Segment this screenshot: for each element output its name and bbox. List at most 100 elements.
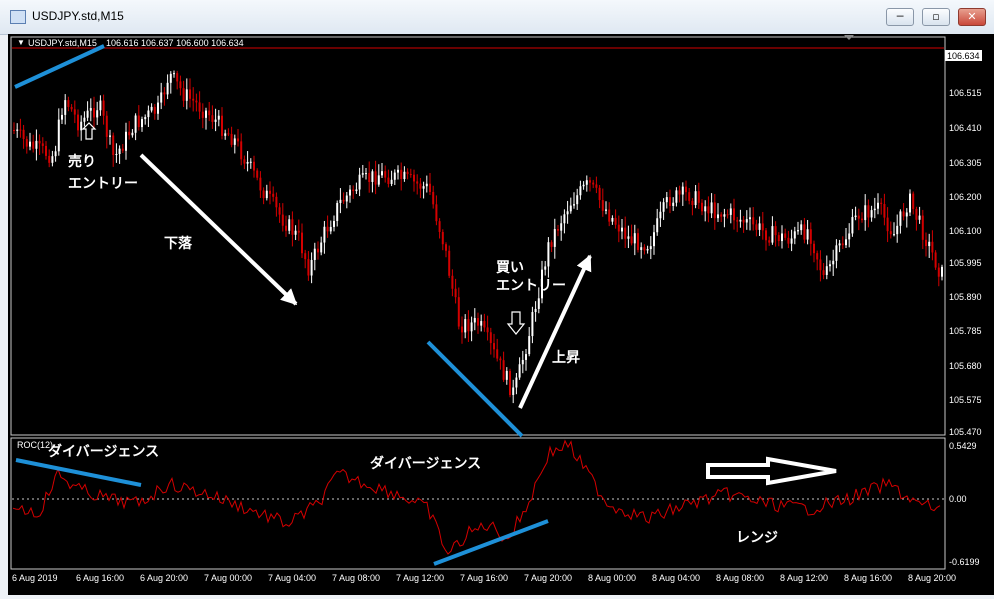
candle-body	[505, 370, 508, 380]
candle-body	[432, 191, 435, 205]
candle-body	[41, 143, 44, 146]
candle-body	[294, 230, 297, 235]
candle-body	[873, 208, 876, 211]
candle-body	[845, 239, 847, 246]
candle-body	[451, 275, 454, 289]
candle-body	[627, 236, 630, 239]
divergence-line-roc-high	[15, 458, 142, 487]
price-tick: 105.890	[949, 292, 982, 302]
candle-body	[320, 242, 323, 253]
candle-body	[633, 233, 636, 244]
candle-body	[157, 102, 159, 114]
candle-body	[566, 211, 569, 215]
candle-body	[80, 121, 83, 131]
candle-body	[470, 322, 473, 332]
candle-body	[310, 259, 313, 276]
price-tick: 106.305	[949, 158, 982, 168]
close-button[interactable]: ✕	[958, 8, 986, 26]
candle-body	[797, 230, 799, 232]
candle-body	[240, 141, 243, 160]
candle-body	[246, 161, 249, 164]
candle-body	[377, 175, 380, 185]
header-dropdown-icon[interactable]: ▼	[17, 38, 25, 47]
indicator-tick: 0.5429	[949, 441, 977, 451]
candle-body	[291, 219, 294, 235]
candle-body	[387, 177, 390, 184]
candlestick-series	[13, 70, 943, 404]
candle-body	[61, 114, 63, 120]
candle-body	[150, 106, 153, 111]
candle-body	[112, 135, 115, 156]
candle-body	[941, 266, 943, 277]
time-label: 7 Aug 04:00	[268, 573, 316, 583]
candle-body	[624, 227, 627, 239]
candle-body	[937, 267, 940, 277]
candle-body	[525, 354, 527, 360]
candle-body	[806, 229, 809, 240]
candle-body	[614, 217, 617, 225]
candle-body	[768, 240, 771, 243]
candle-body	[67, 100, 70, 107]
candle-body	[409, 174, 412, 176]
candle-body	[35, 140, 38, 149]
indicator-tick: 0.00	[949, 494, 967, 504]
candle-body	[771, 226, 774, 243]
candle-body	[307, 259, 310, 276]
candle-body	[137, 115, 140, 128]
candle-body	[448, 250, 451, 276]
candle-body	[925, 239, 927, 247]
candle-body	[461, 326, 463, 333]
candle-body	[288, 219, 291, 231]
candle-body	[605, 209, 607, 211]
candle-body	[483, 321, 486, 328]
candle-body	[822, 270, 825, 275]
candle-body	[861, 218, 863, 221]
candle-body	[761, 223, 764, 231]
candle-body	[304, 253, 307, 260]
time-label: 7 Aug 00:00	[204, 573, 252, 583]
candle-body	[224, 133, 227, 136]
candle-body	[704, 206, 707, 212]
candle-body	[758, 223, 761, 230]
candle-body	[169, 73, 172, 83]
price-tick: 106.200	[949, 192, 982, 202]
candle-body	[637, 233, 639, 250]
minimize-button[interactable]: ─	[886, 8, 914, 26]
candle-body	[835, 245, 838, 261]
candle-body	[390, 179, 393, 184]
candle-body	[499, 358, 502, 361]
annotation-buy-entry: エントリー	[496, 277, 566, 293]
candle-body	[701, 202, 703, 212]
candle-body	[790, 238, 793, 244]
candle-body	[73, 109, 76, 115]
restore-button[interactable]: ▫	[922, 8, 950, 26]
candle-body	[611, 217, 614, 222]
candle-body	[457, 297, 460, 327]
minimize-icon: ─	[896, 10, 904, 23]
title-bar[interactable]: USDJPY.std,M15 ─ ▫ ✕	[0, 0, 994, 35]
candle-body	[16, 129, 19, 131]
candle-body	[691, 200, 694, 206]
candle-body	[416, 181, 419, 184]
header-prices: 106.616 106.637 106.600 106.634	[106, 38, 244, 48]
time-label: 7 Aug 08:00	[332, 573, 380, 583]
candle-body	[729, 208, 732, 215]
candle-body	[176, 73, 179, 82]
candle-body	[22, 129, 25, 139]
price-tick: 105.470	[949, 427, 982, 437]
candle-body	[534, 308, 537, 313]
time-label: 7 Aug 12:00	[396, 573, 444, 583]
candle-body	[237, 138, 239, 142]
candle-body	[841, 243, 844, 246]
candle-body	[253, 161, 255, 171]
chart-area[interactable]: ▼ USDJPY.std,M15 106.616 106.637 106.600…	[8, 34, 994, 595]
candle-body	[339, 199, 342, 203]
candle-body	[259, 177, 262, 191]
candle-body	[384, 171, 387, 178]
price-tick: 105.785	[949, 326, 982, 336]
candle-body	[313, 248, 316, 260]
candle-body	[557, 229, 559, 231]
candle-body	[643, 247, 646, 251]
annotation-sell-entry: エントリー	[68, 175, 138, 191]
candle-body	[413, 174, 415, 182]
